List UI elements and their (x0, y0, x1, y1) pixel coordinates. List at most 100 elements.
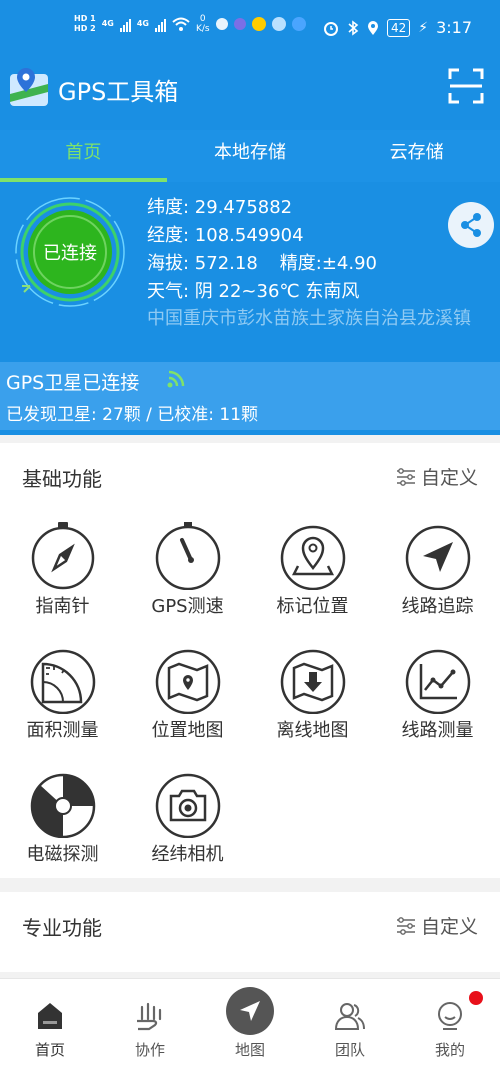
satellite-summary: 已发现卫星: 27颗 / 已校准: 11颗 (6, 405, 259, 425)
feature-compass-label: 指南针 (35, 596, 90, 617)
status-bar-right: 42 ⚡ 3:17 (323, 18, 472, 37)
search-app-icon (271, 17, 286, 31)
satellite-title: GPS卫星已连接 (6, 372, 140, 394)
feature-geo-camera-label: 经纬相机 (151, 844, 224, 865)
app-logo-icon (10, 68, 48, 106)
compass-icon (31, 522, 94, 590)
signal-icon (119, 16, 131, 32)
app-notification-icon-2 (233, 18, 246, 30)
tab-cloud-storage[interactable]: 云存储 (333, 130, 500, 182)
altitude-text: 海拔: 572.18 (147, 253, 258, 274)
basic-functions-title: 基础功能 (22, 467, 102, 491)
location-icon (367, 20, 378, 35)
app-bar: GPS工具箱 (0, 58, 500, 130)
clock: 3:17 (436, 18, 472, 37)
nav-profile[interactable]: 我的 (400, 979, 500, 1069)
notification-dot (469, 991, 483, 1005)
gps-connection-dial[interactable]: 已连接 (14, 196, 126, 308)
feature-route-measure[interactable]: 线路测量 (375, 644, 500, 742)
nav-team-label: 团队 (334, 1041, 365, 1059)
status-bar-left: HD 1 HD 2 4G 4G 0 K/s (74, 14, 306, 34)
scan-icon[interactable] (446, 66, 486, 106)
sim1-label: HD 1 (74, 14, 96, 23)
satellite-status-bar: GPS卫星已连接 已发现卫星: 27颗 / 已校准: 11颗 (0, 362, 500, 430)
navigation-arrow-icon (405, 525, 470, 590)
profile-icon (438, 1002, 462, 1030)
nav-home[interactable]: 首页 (0, 979, 100, 1069)
nav-map-label: 地图 (234, 1041, 265, 1059)
qq-icon (251, 17, 266, 31)
app-notification-icon (215, 18, 228, 30)
pro-customize-button[interactable]: 自定义 (395, 912, 478, 939)
share-icon (461, 213, 481, 237)
gps-dial-graphic: 已连接 (15, 197, 125, 307)
basic-functions-card: 基础功能 自定义 指南针 GPS测速 标记位置 线路追踪 面积测量 位置地图 离… (0, 443, 500, 878)
signal-icon-2 (154, 16, 166, 32)
status-bar: HD 1 HD 2 4G 4G 0 K/s 42 ⚡ 3:17 (0, 0, 500, 58)
collaborate-icon (137, 1002, 162, 1031)
map-marker-icon (280, 525, 345, 590)
em-sensor-icon (30, 773, 95, 838)
tab-home[interactable]: 首页 (0, 130, 167, 182)
nav-collaborate[interactable]: 协作 (100, 979, 200, 1069)
gps-info-panel: 纬度: 29.475882 经度: 108.549904 海拔: 572.18 精… (147, 194, 487, 332)
bluetooth-icon (348, 19, 359, 36)
nav-team[interactable]: 团队 (300, 979, 400, 1069)
accuracy-text: 精度:±4.90 (279, 253, 378, 274)
sim2-label: HD 2 (74, 24, 96, 33)
bottom-navigation: 首页 协作 地图 团队 我的 (0, 978, 500, 1069)
feature-area-measure[interactable]: 面积测量 (0, 644, 125, 742)
speedometer-icon (155, 522, 220, 590)
gps-dial-label: 已连接 (43, 243, 97, 264)
network-speed: 0 K/s (196, 14, 210, 34)
pro-functions-title: 专业功能 (22, 916, 102, 940)
feature-gps-speed[interactable]: GPS测速 (125, 520, 250, 618)
sim-labels: HD 1 HD 2 (74, 14, 96, 34)
top-tabs: 首页 本地存储 云存储 (0, 130, 500, 182)
feature-location-map-label: 位置地图 (151, 720, 224, 741)
camera-icon (155, 773, 220, 838)
feature-route-tracking-label: 线路追踪 (401, 596, 474, 617)
satellite-signal-icon (167, 370, 185, 388)
protractor-icon (30, 649, 95, 714)
feature-em-detection-label: 电磁探测 (26, 844, 99, 865)
sliders-icon (396, 467, 415, 486)
feature-geo-camera[interactable]: 经纬相机 (125, 768, 250, 866)
nav-profile-label: 我的 (434, 1041, 465, 1059)
feature-route-tracking[interactable]: 线路追踪 (375, 520, 500, 618)
folded-map-pin-icon (155, 649, 220, 714)
longitude-text: 经度: 108.549904 (147, 225, 304, 246)
basic-customize-label: 自定义 (420, 467, 478, 489)
feature-offline-map[interactable]: 离线地图 (250, 644, 375, 742)
nav-map[interactable]: 地图 (200, 979, 300, 1069)
feature-location-map[interactable]: 位置地图 (125, 644, 250, 742)
share-button[interactable] (448, 202, 494, 248)
feature-em-detection[interactable]: 电磁探测 (0, 768, 125, 866)
weather-text: 天气: 阴 22~36℃ 东南风 (147, 281, 360, 302)
basic-customize-button[interactable]: 自定义 (395, 463, 478, 490)
alarm-icon (323, 21, 338, 36)
feature-mark-location[interactable]: 标记位置 (250, 520, 375, 618)
network-speed-unit: K/s (195, 24, 210, 34)
battery-indicator: 42 (386, 18, 411, 37)
feature-compass[interactable]: 指南针 (0, 520, 125, 618)
latitude-text: 纬度: 29.475882 (147, 197, 293, 218)
network-type-1: 4G (101, 19, 114, 28)
pro-functions-card: 专业功能 自定义 (0, 892, 500, 972)
home-icon (38, 1003, 62, 1029)
pro-customize-label: 自定义 (420, 916, 478, 938)
app-notification-icon-3 (291, 17, 306, 31)
map-fab (226, 987, 274, 1035)
network-type-2: 4G (136, 19, 149, 28)
wifi-icon (172, 17, 190, 31)
nav-collaborate-label: 协作 (134, 1041, 165, 1059)
feature-offline-map-label: 离线地图 (276, 720, 349, 741)
sliders-icon (396, 916, 415, 935)
line-chart-icon (405, 649, 470, 714)
feature-area-measure-label: 面积测量 (26, 720, 99, 741)
feature-mark-location-label: 标记位置 (276, 596, 349, 617)
map-navigate-icon (240, 1001, 260, 1021)
nav-home-label: 首页 (34, 1041, 65, 1059)
tab-local-storage[interactable]: 本地存储 (167, 130, 334, 182)
team-icon (334, 1003, 365, 1030)
